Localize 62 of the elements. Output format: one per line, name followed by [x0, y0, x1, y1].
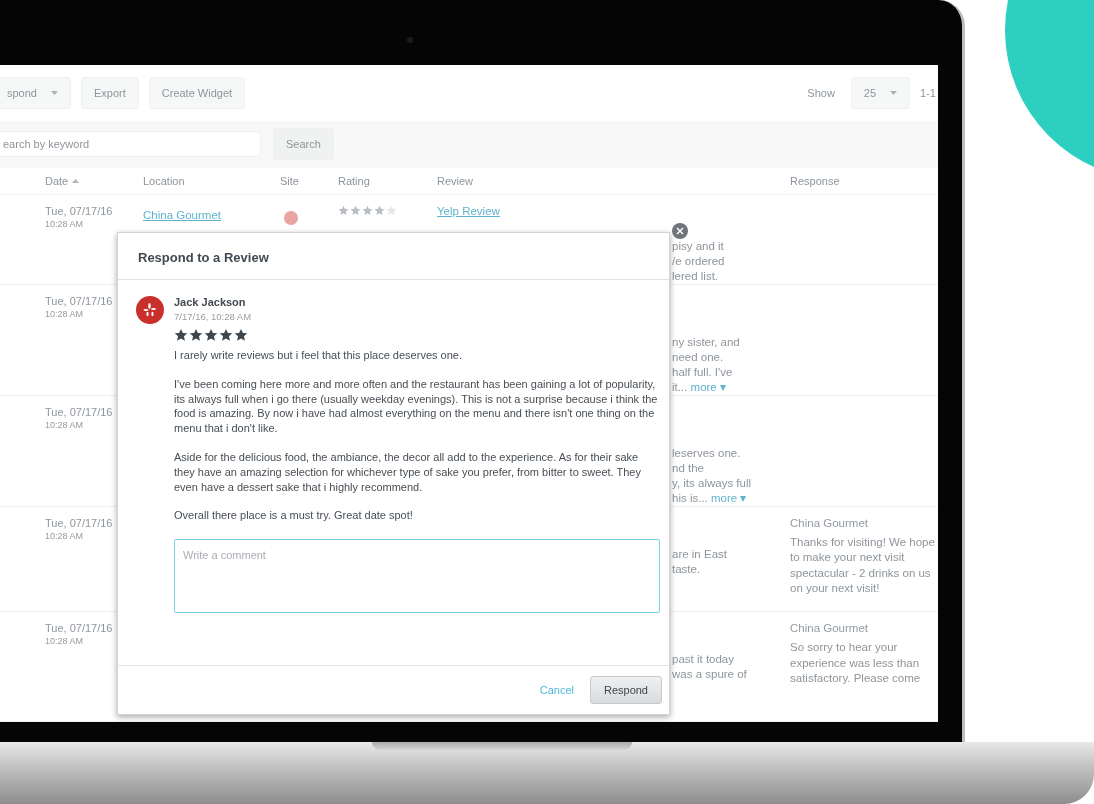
time-text: 10:28 AM [45, 636, 85, 647]
burst-icon [136, 296, 164, 324]
dialog-title: Respond to a Review [118, 233, 669, 280]
toolbar-button[interactable]: Create Widget [148, 77, 246, 110]
time-text: 10:28 AM [45, 530, 85, 541]
response-author: China Gourmet [790, 516, 869, 529]
more-link[interactable]: more ▾ [690, 380, 726, 393]
date-text: Tue, 07/17/16 [45, 622, 114, 635]
review-text: past it today was a spure of [672, 652, 748, 683]
column-header[interactable]: Review [437, 174, 790, 187]
caret-down-icon [890, 91, 898, 96]
toolbar-button[interactable]: Export [81, 77, 139, 110]
review-text: ny sister, and need one. half full. I've it... more ▾ [672, 334, 741, 395]
review-text: are in East taste. [672, 546, 728, 577]
review-paragraph: I've been coming here more and more often and the restaurant has been gaining a lot of popularity, its always full when i go there (usually weekday evenings). This is not a surprise because i think the food is amazing. By now i have had almost everything on the menu and there isn't one thing on the menu that i don't like. [174, 376, 659, 436]
review-link[interactable]: Yelp Review [437, 204, 790, 217]
review-text: leserves one. nd the y, its always full his is... more ▾ [672, 445, 753, 506]
time-text: 10:28 AM [45, 419, 85, 430]
respond-button[interactable]: Respond [589, 676, 662, 704]
star-icon [204, 328, 218, 342]
close-icon[interactable] [672, 223, 688, 239]
location-link[interactable]: China Gourmet [143, 208, 221, 221]
star-icon [338, 204, 349, 216]
star-icon [374, 204, 385, 216]
star-icon [189, 328, 203, 342]
star-icon [362, 204, 373, 216]
review-paragraph: Overall there place is a must try. Great date spot! [174, 508, 414, 524]
star-icon [219, 328, 233, 342]
review-paragraph: Aside for the delicious food, the ambiance, the decor all add to the experience. As for their sake they have an amazing selection for whichever type of sake you prefer, from bitter to sweet. They even have a dessert sake that i highly recommend. [174, 450, 642, 495]
date-text: Tue, 07/17/16 [45, 405, 114, 418]
search-field[interactable]: earch by keyword [0, 131, 261, 158]
review-date: 7/17/16, 10:28 AM [174, 311, 253, 322]
page-size-select[interactable]: 25 [850, 77, 911, 110]
review-text: pisy and it /e ordered lered list. [672, 238, 726, 284]
time-text: 10:28 AM [45, 218, 85, 229]
star-icon [350, 204, 361, 216]
search-button[interactable]: Search [273, 128, 334, 161]
column-header[interactable]: Location [143, 174, 280, 187]
star-icon [234, 328, 248, 342]
column-header[interactable]: Date [45, 174, 143, 187]
reviewer-name: Jack Jackson [174, 296, 247, 308]
response-author: China Gourmet [790, 622, 869, 635]
page-range: 1-1 [920, 87, 936, 100]
cancel-link[interactable]: Cancel [539, 684, 574, 696]
caret-down-icon [51, 91, 58, 96]
date-text: Tue, 07/17/16 [45, 204, 114, 217]
sort-up-icon [72, 178, 80, 183]
star-icon [174, 328, 188, 342]
response-text: So sorry to hear your experience was less than satisfactory. Please come [790, 640, 922, 687]
review-paragraph: I rarely write reviews but i feel that this place deserves one. [174, 348, 463, 363]
filter-select[interactable]: spond [0, 77, 71, 110]
comment-field[interactable]: Write a comment [174, 539, 660, 614]
more-link[interactable]: more ▾ [711, 491, 747, 504]
date-text: Tue, 07/17/16 [45, 516, 114, 529]
show-label: Show [807, 87, 835, 100]
column-header[interactable]: Rating [338, 174, 437, 187]
time-text: 10:28 AM [45, 308, 85, 319]
column-header[interactable]: Site [280, 174, 338, 187]
response-text: Thanks for visiting! We hope to make your next visit spectacular - 2 drinks on us on your next visit! [790, 534, 936, 597]
date-text: Tue, 07/17/16 [45, 294, 114, 307]
star-icon [386, 204, 397, 216]
column-header[interactable]: Response [790, 174, 938, 187]
